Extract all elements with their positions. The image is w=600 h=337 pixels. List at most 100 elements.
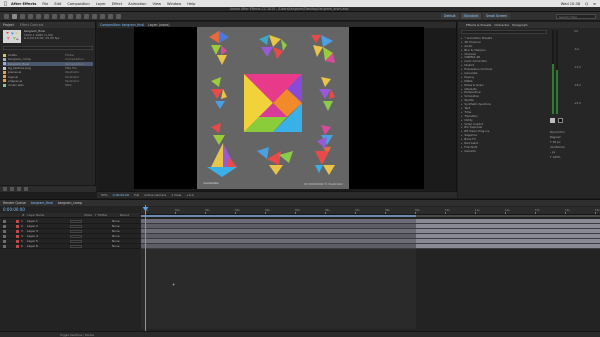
shape-tool-icon[interactable] bbox=[60, 13, 65, 19]
brush-tool-icon[interactable] bbox=[84, 13, 89, 19]
tab-effect-controls[interactable]: Effect Controls bbox=[20, 23, 43, 27]
work-area-bar[interactable] bbox=[141, 215, 600, 217]
layer-switches[interactable] bbox=[70, 224, 82, 228]
viewer-timecode[interactable]: 0:00:00:00 bbox=[112, 193, 130, 197]
menu-status-item[interactable]: ≡ bbox=[593, 2, 596, 6]
label-color-swatch[interactable] bbox=[16, 234, 19, 238]
menu-item-after-effects[interactable]: After Effects bbox=[11, 2, 36, 6]
trash-icon[interactable] bbox=[24, 187, 28, 191]
visibility-eye-icon[interactable] bbox=[3, 234, 6, 238]
timeline-tab[interactable]: Render Queue bbox=[3, 201, 26, 205]
new-composition-icon[interactable] bbox=[17, 187, 21, 191]
toggle-switches-modes[interactable]: Toggle Switches / Modes bbox=[60, 333, 94, 337]
apple-icon[interactable]:  bbox=[4, 1, 7, 7]
tab-paragraph[interactable]: Paragraph bbox=[512, 23, 527, 27]
layer-switches[interactable] bbox=[70, 239, 82, 243]
layer-name[interactable]: Layer 5 bbox=[27, 239, 63, 243]
timeline-tab[interactable]: tangram_comp bbox=[58, 201, 82, 205]
stroke-color-swatch[interactable] bbox=[558, 118, 564, 123]
timeline-tab[interactable]: tangram_final bbox=[31, 201, 53, 205]
parent-dropdown[interactable]: None bbox=[112, 224, 120, 228]
label-color-swatch[interactable] bbox=[16, 244, 19, 248]
font-size-field[interactable]: T 36 px bbox=[550, 140, 598, 144]
zoom-dropdown[interactable]: 50% bbox=[100, 193, 109, 197]
layer-name[interactable]: Layer 1 bbox=[27, 219, 63, 223]
resolution-dropdown[interactable]: Full bbox=[133, 193, 140, 197]
selection-tool-icon[interactable] bbox=[12, 13, 17, 19]
kerning-field[interactable]: VA Metrics bbox=[550, 145, 598, 149]
vertical-scale-field[interactable]: T 100% bbox=[550, 155, 598, 159]
pan-behind-tool-icon[interactable] bbox=[52, 13, 57, 19]
label-color-swatch[interactable] bbox=[16, 224, 19, 228]
parent-dropdown[interactable]: None bbox=[112, 219, 120, 223]
menu-item-help[interactable]: Help bbox=[187, 2, 195, 6]
font-family-dropdown[interactable]: Myriad Pro bbox=[550, 130, 598, 134]
visibility-eye-icon[interactable] bbox=[3, 229, 6, 233]
views-dropdown[interactable]: 1 View bbox=[170, 193, 182, 197]
home-icon[interactable] bbox=[4, 13, 9, 19]
workspace-tab[interactable]: Standard bbox=[460, 13, 482, 19]
menu-item-animation[interactable]: Animation bbox=[128, 2, 146, 6]
effect-category[interactable]: ▸ GenArts bbox=[461, 149, 547, 153]
layer-name[interactable]: Layer 4 bbox=[27, 234, 63, 238]
font-style-dropdown[interactable]: Regular bbox=[550, 135, 598, 139]
parent-dropdown[interactable]: None bbox=[112, 229, 120, 233]
workspace-tab[interactable]: Small Screen bbox=[483, 13, 510, 19]
viewer-canvas[interactable]: dreamstime ID 00000000 © Illustrator bbox=[134, 27, 424, 189]
menu-item-composition[interactable]: Composition bbox=[67, 2, 89, 6]
exposure-value[interactable]: +0.0 bbox=[185, 193, 194, 197]
composition-frame[interactable]: dreamstime ID 00000000 © Illustrator bbox=[197, 27, 349, 189]
fill-color-swatch[interactable] bbox=[550, 118, 555, 123]
visibility-eye-icon[interactable] bbox=[3, 224, 6, 228]
visibility-eye-icon[interactable] bbox=[3, 219, 6, 223]
menu-item-layer[interactable]: Layer bbox=[96, 2, 106, 6]
layer-name[interactable]: Layer 6 bbox=[27, 244, 63, 248]
layer-name[interactable]: Layer 3 bbox=[27, 229, 63, 233]
tab-project[interactable]: Project bbox=[3, 23, 14, 27]
interpret-footage-icon[interactable] bbox=[3, 187, 7, 191]
eraser-tool-icon[interactable] bbox=[100, 13, 105, 19]
parent-dropdown[interactable]: None bbox=[112, 239, 120, 243]
workspace-tab[interactable]: Default bbox=[441, 13, 459, 19]
zoom-tool-icon[interactable] bbox=[28, 13, 33, 19]
parent-dropdown[interactable]: None bbox=[112, 234, 120, 238]
clone-stamp-tool-icon[interactable] bbox=[92, 13, 97, 19]
layer-switches[interactable] bbox=[70, 229, 82, 233]
menu-item-edit[interactable]: Edit bbox=[54, 2, 61, 6]
camera-tool-icon[interactable] bbox=[44, 13, 49, 19]
menu-status-item[interactable]: Wed 10:38 bbox=[561, 2, 580, 6]
current-time-display[interactable]: 0:00:00:00 bbox=[3, 207, 25, 212]
search-help-input[interactable]: Search Help bbox=[556, 13, 596, 19]
project-item[interactable]: music.wav WAV bbox=[3, 83, 93, 87]
layer-row[interactable]: 6 Layer 6 None bbox=[0, 244, 140, 249]
menu-item-window[interactable]: Window bbox=[167, 2, 181, 6]
menu-status-item[interactable]: Q bbox=[585, 2, 588, 6]
work-area-range[interactable] bbox=[141, 215, 416, 217]
roto-brush-tool-icon[interactable] bbox=[108, 13, 113, 19]
tab-effects-presets[interactable]: Effects & Presets bbox=[466, 23, 491, 27]
project-search-input[interactable] bbox=[3, 46, 93, 50]
hand-tool-icon[interactable] bbox=[20, 13, 25, 19]
layer-switches[interactable] bbox=[70, 234, 82, 238]
menu-item-file[interactable]: File bbox=[42, 2, 48, 6]
menu-item-view[interactable]: View bbox=[152, 2, 161, 6]
stroke-width-field[interactable]: - px bbox=[550, 150, 598, 154]
label-color-swatch[interactable] bbox=[16, 239, 19, 243]
tab-character[interactable]: Character bbox=[494, 23, 509, 27]
menu-item-effect[interactable]: Effect bbox=[112, 2, 122, 6]
parent-dropdown[interactable]: None bbox=[112, 244, 120, 248]
visibility-eye-icon[interactable] bbox=[3, 244, 6, 248]
camera-dropdown[interactable]: Active Camera bbox=[143, 193, 167, 197]
label-color-swatch[interactable] bbox=[16, 219, 19, 223]
puppet-tool-icon[interactable] bbox=[116, 13, 121, 19]
label-color-swatch[interactable] bbox=[16, 229, 19, 233]
new-folder-icon[interactable] bbox=[10, 187, 14, 191]
layer-switches[interactable] bbox=[70, 219, 82, 223]
layer-name[interactable]: Layer 2 bbox=[27, 224, 63, 228]
type-tool-icon[interactable] bbox=[76, 13, 81, 19]
layer-switches[interactable] bbox=[70, 244, 82, 248]
time-ruler[interactable]: 0s 01s 02s 03s 04s 05s 06s 07s 08s 09s 10s 11s 12s 13… bbox=[141, 207, 600, 215]
current-time-indicator[interactable] bbox=[145, 205, 146, 331]
visibility-eye-icon[interactable] bbox=[3, 239, 6, 243]
pen-tool-icon[interactable] bbox=[68, 13, 73, 19]
